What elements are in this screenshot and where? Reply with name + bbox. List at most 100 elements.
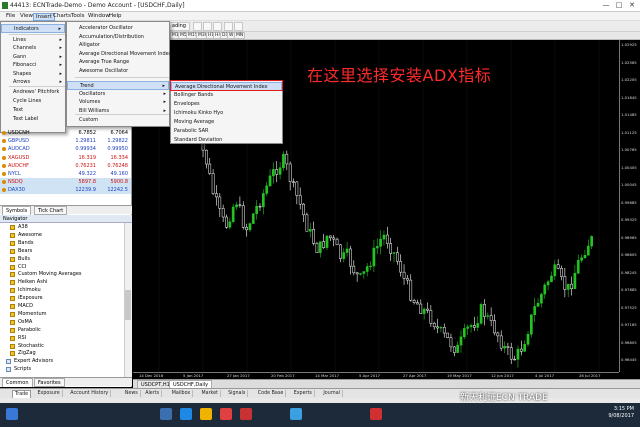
tab-common[interactable]: Common xyxy=(2,378,33,387)
candle-body xyxy=(225,216,228,228)
edge-icon[interactable] xyxy=(180,408,192,420)
indicator-menu-item[interactable]: Oscillators ▸ xyxy=(67,90,169,99)
terminal-tab[interactable]: Experts xyxy=(292,390,315,397)
navigator-item[interactable]: RSI xyxy=(0,335,124,342)
terminal-tab[interactable]: Exposure xyxy=(36,390,63,397)
navigator-item[interactable]: OsMA xyxy=(0,319,124,326)
terminal-tab[interactable]: Alerts xyxy=(143,390,163,397)
candle-body xyxy=(382,234,386,240)
zoom-out-icon[interactable] xyxy=(234,22,243,31)
market-watch-row[interactable]: XAGUSD 16.319 16.334 xyxy=(0,154,131,162)
maximize-button[interactable]: □ xyxy=(613,1,625,10)
candle-chart-icon[interactable] xyxy=(203,22,212,31)
terminal-tab[interactable]: Account History xyxy=(68,390,112,397)
navigator-scroll-thumb[interactable] xyxy=(125,290,131,320)
navigator-item[interactable]: Scripts xyxy=(0,366,124,373)
menu-help[interactable]: Help xyxy=(107,13,124,19)
start-icon[interactable] xyxy=(6,408,18,420)
navigator-item[interactable]: iExposure xyxy=(0,295,124,302)
navigator-item[interactable]: Awesome xyxy=(0,232,124,239)
navigator-item-label: MACD xyxy=(18,303,33,309)
trend-menu-item[interactable]: Standard Deviation xyxy=(171,136,282,145)
terminal-tab[interactable]: Mailbox xyxy=(170,390,194,397)
office-icon[interactable] xyxy=(240,408,252,420)
trend-menu-item[interactable]: Ichimoku Kinko Hyo xyxy=(171,109,282,118)
zoom-in-icon[interactable] xyxy=(224,22,233,31)
symbol-icon xyxy=(2,147,6,152)
insert-menu-item[interactable]: Text xyxy=(1,106,65,115)
insert-menu-item[interactable]: Text Label xyxy=(1,115,65,124)
trend-menu-item[interactable]: Envelopes xyxy=(171,100,282,109)
candle-body xyxy=(258,206,262,208)
insert-menu-item[interactable]: Indicators ▸ xyxy=(1,24,65,33)
close-button[interactable]: ✕ xyxy=(626,1,638,10)
navigator-item[interactable]: Stochastic xyxy=(0,343,124,350)
navigator-item[interactable]: Bulls xyxy=(0,256,124,263)
navigator-item[interactable]: Bears xyxy=(0,248,124,255)
indicator-menu-item-label: Accumulation/Distribution xyxy=(79,33,144,40)
navigator-item[interactable]: A38 xyxy=(0,224,124,231)
navigator-item[interactable]: ZigZag xyxy=(0,350,124,357)
indicator-menu-item[interactable]: Average Directional Movement Index xyxy=(67,50,172,59)
navigator-item[interactable]: Bands xyxy=(0,240,124,247)
terminal-tab[interactable]: News xyxy=(123,390,141,397)
menu-file[interactable]: File xyxy=(4,13,17,19)
trend-menu-item[interactable]: Parabolic SAR xyxy=(171,127,282,136)
tab-tick-chart[interactable]: Tick Chart xyxy=(34,206,68,215)
symbol-name: NSDQ xyxy=(8,179,23,186)
timeframe-mn[interactable]: MN xyxy=(234,32,246,39)
insert-menu-item[interactable]: Cycle Lines xyxy=(1,97,65,106)
explorer-icon[interactable] xyxy=(200,408,212,420)
time-axis: 14 Dec 2016 5 Jan 2017 27 Jan 2017 20 Feb 2… xyxy=(133,372,619,379)
indicator-menu-item[interactable]: Average True Range xyxy=(67,58,169,67)
navigator-item[interactable]: CCI xyxy=(0,264,124,271)
market-watch-row[interactable]: NSDQ 5897.8 5900.8 xyxy=(0,178,131,187)
candle-body xyxy=(586,245,590,256)
candle-body xyxy=(298,195,302,205)
taskbar-app-icon[interactable] xyxy=(160,408,172,420)
line-chart-icon[interactable] xyxy=(213,22,222,31)
navigator-item[interactable]: Parabolic xyxy=(0,327,124,334)
menu-tools[interactable]: Tools xyxy=(69,13,87,19)
terminal-tab[interactable]: Signals xyxy=(226,390,249,397)
browser-icon[interactable] xyxy=(290,408,302,420)
market-watch-row[interactable]: USDCNH 6.7852 6.7064 xyxy=(0,129,131,137)
indicator-menu-item[interactable]: Accelerator Oscillator xyxy=(67,24,169,33)
time-tick-label: 20 Feb 2017 xyxy=(271,373,295,378)
market-watch-row[interactable]: DAX30 12239.9 12242.5 xyxy=(0,186,131,195)
terminal-tab[interactable]: Code Base xyxy=(256,390,287,397)
indicator-menu-item[interactable]: Alligator xyxy=(67,41,169,50)
insert-menu-item[interactable]: Channels ▸ xyxy=(1,44,65,53)
autotrading-button[interactable]: ading xyxy=(168,22,190,31)
market-watch-row[interactable]: GBPUSD 1.29811 1.29822 xyxy=(0,137,131,145)
insert-menu-item[interactable]: Andrews' Pitchfork xyxy=(1,88,65,97)
trend-menu-item[interactable]: Moving Average xyxy=(171,118,282,127)
bar-chart-icon[interactable] xyxy=(193,22,202,31)
terminal-tab[interactable]: Market xyxy=(200,390,221,397)
insert-menu-item[interactable]: Fibonacci ▸ xyxy=(1,61,65,70)
navigator-item[interactable]: Expert Advisors xyxy=(0,358,124,365)
navigator-item[interactable]: Momentum xyxy=(0,311,124,318)
tab-favorites[interactable]: Favorites xyxy=(34,378,65,387)
market-watch-row[interactable]: NYCL 49.322 49.160 xyxy=(0,170,131,178)
indicator-menu-item[interactable]: Trend ▸ xyxy=(67,81,169,90)
indicator-menu-item[interactable]: Volumes ▸ xyxy=(67,98,169,107)
trend-menu-item[interactable]: Bollinger Bands xyxy=(171,91,282,100)
market-watch-row[interactable]: AUDCAD 0.99934 0.99950 xyxy=(0,145,131,153)
candle-body xyxy=(503,346,506,349)
terminal-tab[interactable]: Journal xyxy=(321,390,343,397)
navigator-item[interactable]: MACD xyxy=(0,303,124,310)
tab-symbols[interactable]: Symbols xyxy=(2,206,32,215)
indicator-menu-item[interactable]: Custom xyxy=(67,116,169,125)
navigator-item[interactable]: Custom Moving Averages xyxy=(0,271,124,278)
indicator-menu-item[interactable]: Awesome Oscillator xyxy=(67,67,169,76)
minimize-button[interactable]: — xyxy=(600,1,612,10)
menu-separator xyxy=(9,34,65,35)
navigator-item[interactable]: Ichimoku xyxy=(0,287,124,294)
navigator-item[interactable]: Heiken Ashi xyxy=(0,279,124,286)
insert-menu-item-label: Fibonacci xyxy=(13,62,37,68)
market-watch-row[interactable]: AUDCHF 0.76231 0.76248 xyxy=(0,162,131,170)
indicator-menu-item[interactable]: Accumulation/Distribution xyxy=(67,33,169,42)
metatrader-icon[interactable] xyxy=(370,408,382,420)
mail-icon[interactable] xyxy=(220,408,232,420)
